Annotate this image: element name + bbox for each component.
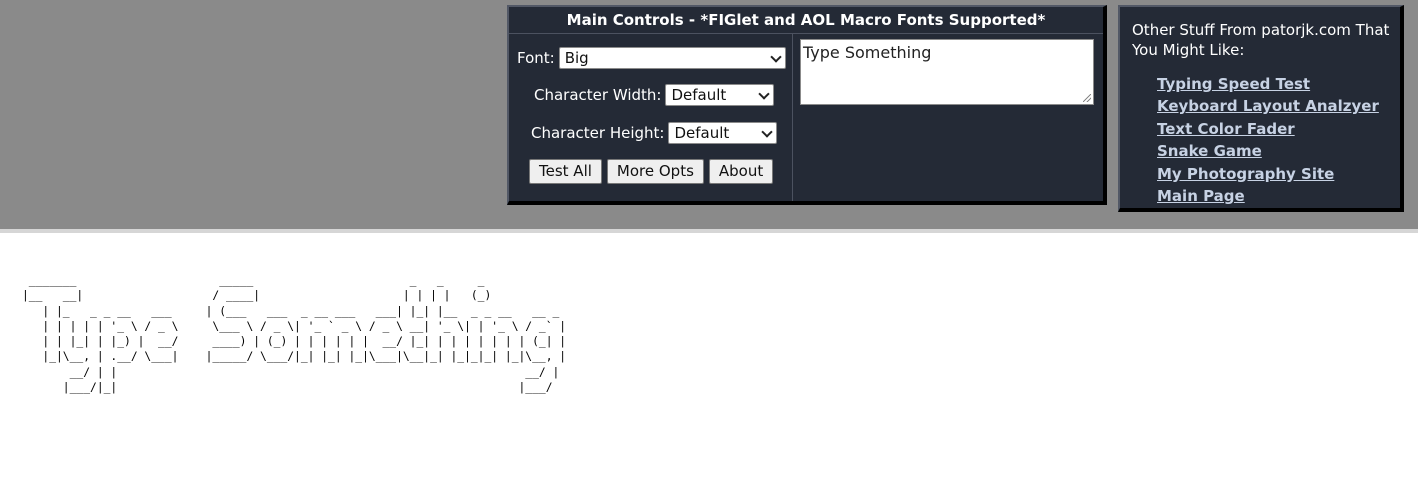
list-item: Text Color Fader xyxy=(1157,118,1379,140)
font-select[interactable]: Big xyxy=(558,47,786,69)
controls-right-column: Type Something xyxy=(793,34,1103,201)
test-all-button[interactable]: Test All xyxy=(529,159,602,184)
button-row: Test All More Opts About xyxy=(529,159,778,184)
link-text-color-fader[interactable]: Text Color Fader xyxy=(1157,120,1295,138)
list-item: Snake Game xyxy=(1157,140,1379,162)
char-width-value: Default xyxy=(671,86,727,104)
text-input-value: Type Something xyxy=(803,43,932,62)
chevron-down-icon xyxy=(758,88,771,100)
main-controls-panel: Main Controls - *FIGlet and AOL Macro Fo… xyxy=(507,5,1107,205)
other-stuff-heading: Other Stuff From patorjk.com That You Mi… xyxy=(1132,21,1390,59)
link-photography-site[interactable]: My Photography Site xyxy=(1157,165,1334,183)
more-opts-button[interactable]: More Opts xyxy=(606,159,704,184)
ascii-art-output: _______ _____ _ _ _ |__ __| / ____| | | … xyxy=(22,274,567,395)
list-item: Main Page xyxy=(1157,185,1379,207)
char-height-select[interactable]: Default xyxy=(668,122,778,144)
char-height-row: Character Height: Default xyxy=(531,122,778,144)
link-keyboard-layout-analyzer[interactable]: Keyboard Layout Analzyer xyxy=(1157,97,1379,115)
link-snake-game[interactable]: Snake Game xyxy=(1157,142,1262,160)
divider xyxy=(0,229,1418,233)
main-controls-title: Main Controls - *FIGlet and AOL Macro Fo… xyxy=(509,7,1103,34)
link-main-page[interactable]: Main Page xyxy=(1157,187,1245,205)
controls-left-column: Font: Big Character Width: Default Chara… xyxy=(509,34,793,201)
font-label: Font: xyxy=(517,49,555,67)
other-stuff-links: Typing Speed Test Keyboard Layout Analzy… xyxy=(1157,73,1379,207)
list-item: Typing Speed Test xyxy=(1157,73,1379,95)
list-item: My Photography Site xyxy=(1157,163,1379,185)
char-width-row: Character Width: Default xyxy=(534,84,775,106)
chevron-down-icon xyxy=(770,51,782,63)
font-row: Font: Big xyxy=(517,47,786,69)
list-item: Keyboard Layout Analzyer xyxy=(1157,95,1379,117)
font-select-value: Big xyxy=(564,49,589,67)
char-height-value: Default xyxy=(674,124,730,142)
link-typing-speed-test[interactable]: Typing Speed Test xyxy=(1157,75,1310,93)
other-stuff-panel: Other Stuff From patorjk.com That You Mi… xyxy=(1118,5,1404,212)
about-button[interactable]: About xyxy=(708,159,774,184)
text-input-area[interactable]: Type Something xyxy=(800,39,1094,105)
chevron-down-icon xyxy=(761,126,774,138)
char-height-label: Character Height: xyxy=(531,124,665,142)
char-width-label: Character Width: xyxy=(534,86,662,104)
char-width-select[interactable]: Default xyxy=(665,84,775,106)
resize-grip-icon[interactable] xyxy=(1083,94,1091,102)
